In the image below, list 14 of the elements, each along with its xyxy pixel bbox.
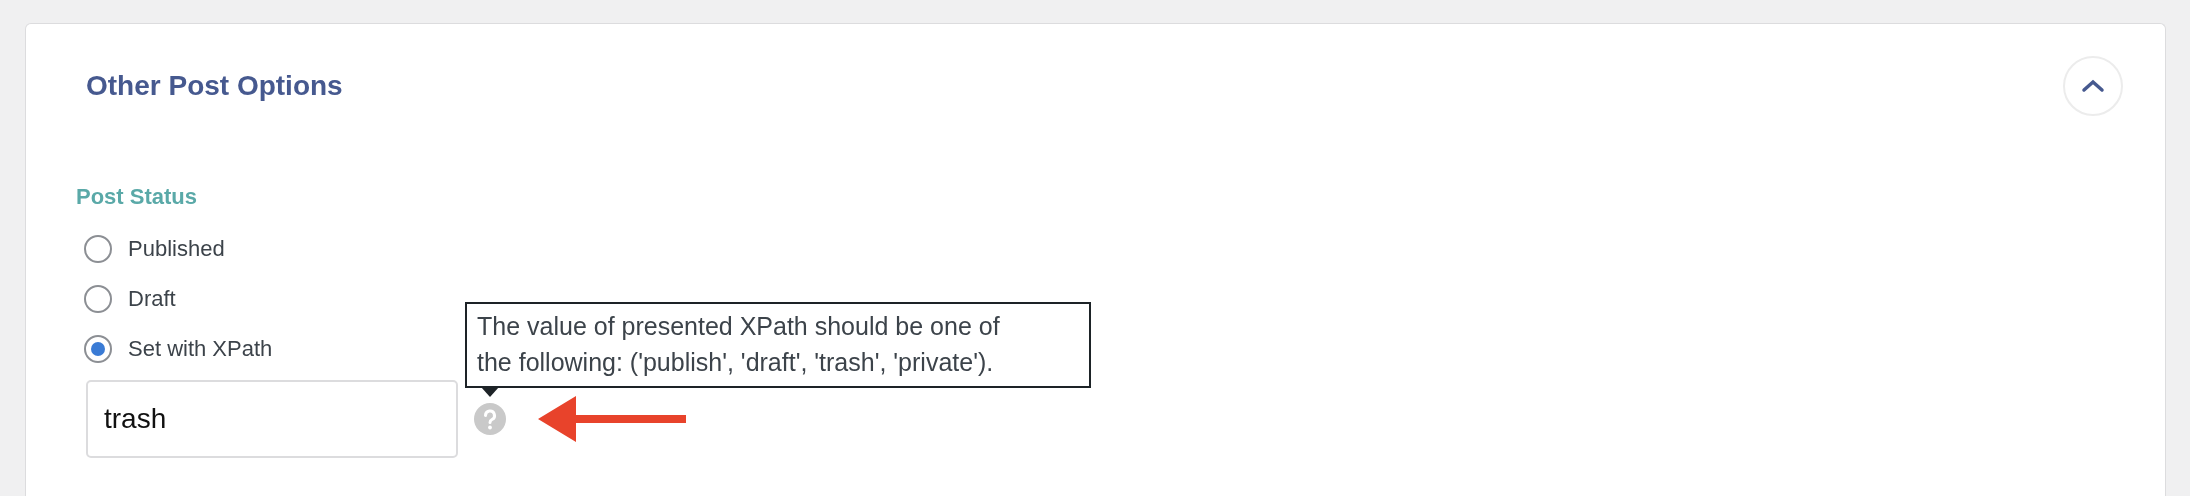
xpath-input-field[interactable]: trash	[86, 380, 458, 458]
tooltip-pointer-icon	[481, 387, 499, 397]
panel-title: Other Post Options	[86, 70, 343, 102]
help-icon[interactable]	[474, 403, 506, 435]
radio-button[interactable]	[84, 285, 112, 313]
radio-button[interactable]	[84, 235, 112, 263]
radio-label[interactable]: Set with XPath	[128, 336, 273, 362]
arrow-icon	[538, 394, 688, 444]
tooltip: The value of presented XPath should be one of the following: ('publish', 'draft', 'trash', 'private').	[465, 302, 1091, 388]
chevron-up-icon	[2081, 79, 2105, 93]
radio-button[interactable]	[84, 335, 112, 363]
radio-label[interactable]: Draft	[128, 286, 176, 312]
section-label: Post Status	[76, 184, 199, 210]
radio-label[interactable]: Published	[128, 236, 225, 262]
